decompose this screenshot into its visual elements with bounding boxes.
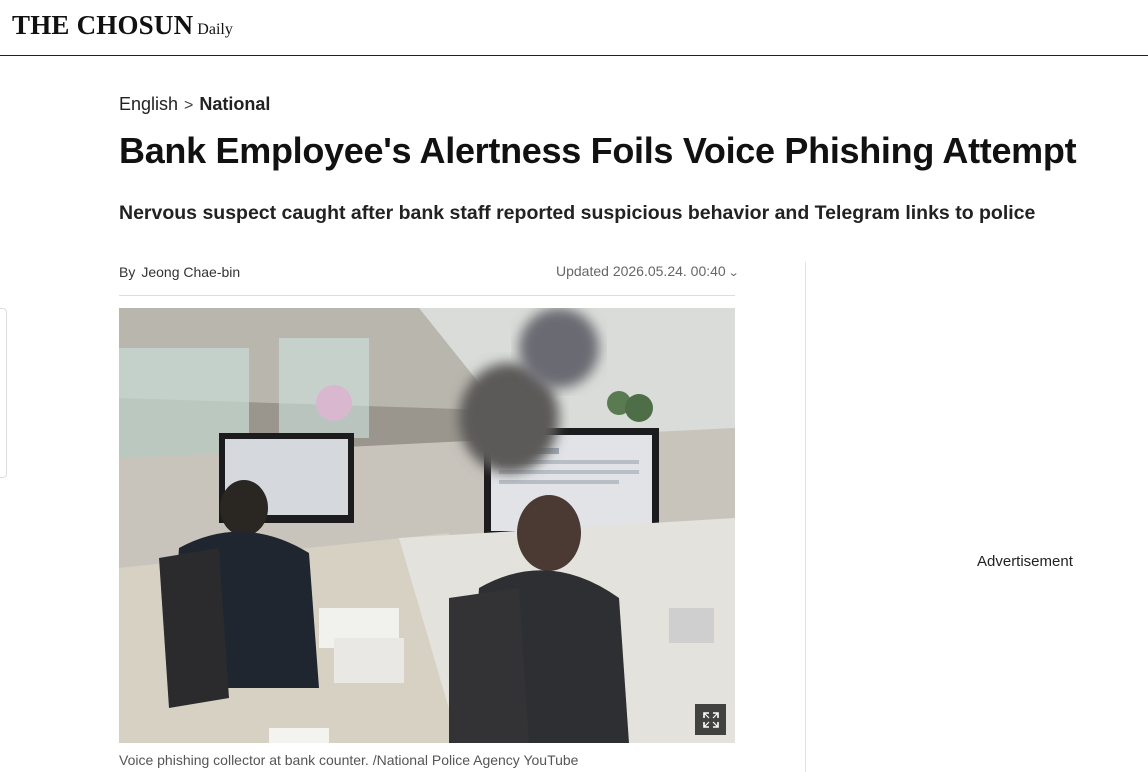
image-caption: Voice phishing collector at bank counter… [119, 752, 579, 768]
advertisement-label: Advertisement [977, 553, 1073, 570]
byline-prefix: By [119, 264, 136, 280]
article-photo[interactable] [119, 308, 735, 743]
expand-icon [702, 711, 719, 728]
updated-timestamp: Updated 2026.05.24. 00:40 [556, 263, 726, 279]
article-headline: Bank Employee's Alertness Foils Voice Ph… [119, 130, 1077, 171]
updated-timestamp-toggle[interactable]: Updated 2026.05.24. 00:40 ⌄ [556, 263, 740, 279]
breadcrumb-section-link[interactable]: English [119, 94, 178, 114]
logo-sub-text: Daily [197, 21, 233, 38]
breadcrumb: English > National [119, 94, 270, 115]
logo-main-text: THE CHOSUN [12, 10, 194, 40]
breadcrumb-separator: > [184, 97, 194, 114]
byline: By Jeong Chae-bin [119, 264, 240, 280]
side-panel-tab[interactable] [0, 308, 7, 478]
site-logo[interactable]: THE CHOSUN Daily [12, 10, 233, 41]
byline-divider [119, 295, 735, 296]
author-name[interactable]: Jeong Chae-bin [141, 264, 240, 280]
chevron-down-icon: ⌄ [727, 267, 740, 279]
breadcrumb-current-link[interactable]: National [199, 94, 270, 114]
image-expand-button[interactable] [695, 704, 726, 735]
column-divider [805, 262, 806, 772]
site-header: THE CHOSUN Daily [0, 0, 1148, 56]
article-subheadline: Nervous suspect caught after bank staff … [119, 202, 1036, 224]
